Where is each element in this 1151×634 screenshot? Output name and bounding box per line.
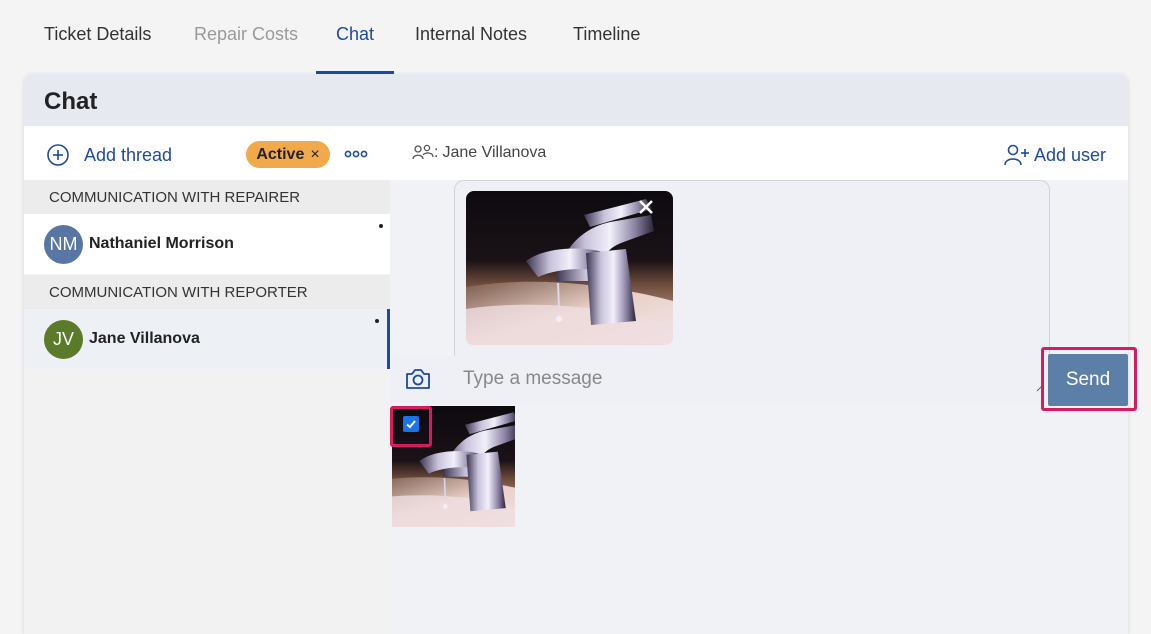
thread-toolbar: Add thread Active × [24,126,390,180]
thread-group-title: COMMUNICATION WITH REPAIRER [49,189,301,206]
status-filter-badge[interactable]: Active × [246,141,330,168]
participants-names: Jane Villanova [442,144,547,161]
send-button[interactable]: Send [1048,354,1128,406]
avatar: NM [44,225,83,264]
photo-gallery [390,404,1128,634]
checkmark-icon [406,420,416,429]
chat-panel: Chat Add thread Active × COMMUNICATION W… [24,74,1128,634]
thread-group-title: COMMUNICATION WITH REPORTER [49,284,308,301]
status-badge-label: Active [256,145,305,163]
thread-group-header: COMMUNICATION WITH REPAIRER [24,180,390,214]
thread-item-nathaniel-morrison[interactable]: NM Nathaniel Morrison [24,214,390,274]
add-thread-button[interactable]: Add thread [46,143,172,167]
unread-dot-icon [379,224,383,228]
thread-item-name: Jane Villanova [89,330,200,347]
users-icon [412,144,434,160]
add-user-icon [1004,144,1029,166]
add-user-label: Add user [1033,144,1106,165]
thread-sidebar: Add thread Active × COMMUNICATION WITH R… [24,126,390,634]
add-user-button[interactable]: Add user [1004,144,1106,166]
message-composer [390,356,1128,404]
tab-ticket-details[interactable]: Ticket Details [44,24,151,45]
gallery-select-checkbox[interactable] [403,416,419,432]
conversation-header: : Jane Villanova Add user [390,126,1128,180]
participants: : Jane Villanova [412,144,546,162]
conversation-area: : Jane Villanova Add user [390,126,1128,634]
close-icon[interactable]: × [310,146,319,164]
tab-internal-notes[interactable]: Internal Notes [415,24,527,45]
thread-item-jane-villanova[interactable]: JV Jane Villanova [24,309,390,369]
attachment-preview [454,180,1050,357]
panel-header: Chat [24,74,1128,126]
unread-dot-icon [375,319,379,323]
plus-circle-icon [47,144,69,166]
message-input[interactable] [463,364,1023,394]
close-icon[interactable] [635,196,657,218]
participants-prefix: : [434,144,439,161]
thread-group-header: COMMUNICATION WITH REPORTER [24,275,390,309]
panel-title: Chat [44,88,98,115]
thread-item-name: Nathaniel Morrison [89,235,234,252]
tab-bar: Ticket Details Repair Costs Chat Interna… [0,0,1151,74]
add-thread-label: Add thread [84,144,173,165]
camera-icon[interactable] [404,366,432,392]
avatar: JV [44,320,83,359]
tab-timeline[interactable]: Timeline [573,24,640,45]
tab-chat[interactable]: Chat [336,24,374,45]
tab-repair-costs[interactable]: Repair Costs [194,24,298,45]
more-horizontal-icon[interactable] [344,144,368,164]
